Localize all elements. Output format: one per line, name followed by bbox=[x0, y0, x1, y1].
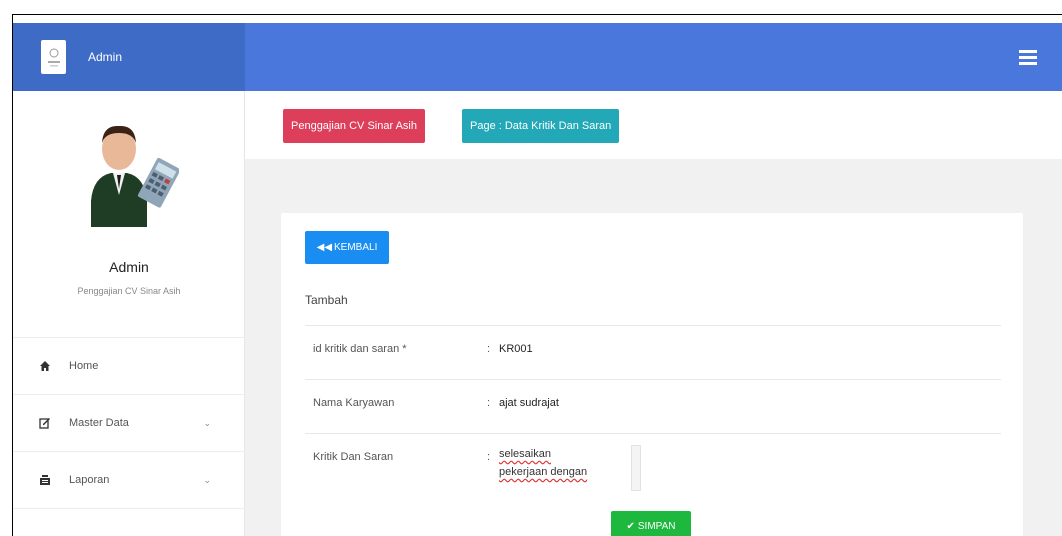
kritik-colon: : bbox=[487, 451, 491, 463]
breadcrumb-app-badge: Penggajian CV Sinar Asih bbox=[283, 109, 425, 143]
list-icon bbox=[39, 474, 51, 486]
chevron-down-icon: ⌄ bbox=[203, 474, 211, 485]
sidebar-item-label: Home bbox=[69, 360, 99, 372]
sidebar-item-label: Laporan bbox=[69, 474, 110, 486]
kritik-text-line: pekerjaan dengan bbox=[499, 466, 588, 478]
sidebar-menu: Home Master Data ⌄ Laporan ⌄ bbox=[13, 337, 245, 509]
sidebar-item-home[interactable]: Home bbox=[13, 338, 245, 395]
name-colon: : bbox=[487, 397, 491, 409]
divider bbox=[305, 379, 1001, 380]
save-button[interactable]: ✔ SIMPAN bbox=[611, 511, 691, 536]
sidebar-item-laporan[interactable]: Laporan ⌄ bbox=[13, 452, 245, 509]
back-button-label: KEMBALI bbox=[334, 242, 378, 253]
company-logo bbox=[41, 40, 66, 74]
user-name: Admin bbox=[109, 259, 149, 275]
save-button-label: SIMPAN bbox=[637, 520, 676, 532]
top-navbar bbox=[245, 23, 1062, 91]
back-button[interactable]: ◀◀ KEMBALI bbox=[305, 231, 389, 264]
name-label: Nama Karyawan bbox=[313, 397, 395, 409]
form-card: ◀◀ KEMBALI Tambah id kritik dan saran * … bbox=[281, 213, 1023, 536]
sidebar-item-master-data[interactable]: Master Data ⌄ bbox=[13, 395, 245, 452]
form-section-title: Tambah bbox=[305, 293, 348, 307]
brand-title: Admin bbox=[88, 50, 123, 64]
user-avatar bbox=[89, 123, 181, 227]
breadcrumb: Penggajian CV Sinar Asih Page : Data Kri… bbox=[245, 91, 1062, 159]
kritik-textarea[interactable]: selesaikan pekerjaan dengan bbox=[499, 445, 649, 491]
id-colon: : bbox=[487, 343, 491, 355]
sidebar-item-label: Master Data bbox=[69, 417, 129, 429]
user-subtitle: Penggajian CV Sinar Asih bbox=[77, 286, 181, 296]
app-window: Admin Admin Penggajian CV Sinar Asih Hom… bbox=[12, 14, 1062, 536]
double-chevron-left-icon: ◀◀ bbox=[316, 242, 333, 253]
chevron-down-icon: ⌄ bbox=[203, 417, 211, 428]
divider bbox=[305, 433, 1001, 434]
edit-icon bbox=[39, 417, 51, 429]
hamburger-menu-icon[interactable] bbox=[1019, 50, 1037, 65]
brand-bar: Admin bbox=[13, 23, 245, 91]
id-value: KR001 bbox=[499, 343, 533, 355]
name-value: ajat sudrajat bbox=[499, 397, 559, 409]
divider bbox=[305, 325, 1001, 326]
sidebar: Admin Penggajian CV Sinar Asih Home Mast… bbox=[13, 91, 245, 536]
home-icon bbox=[39, 360, 51, 372]
id-label: id kritik dan saran * bbox=[313, 343, 407, 355]
textarea-scrollbar[interactable] bbox=[631, 445, 641, 491]
breadcrumb-page-badge: Page : Data Kritik Dan Saran bbox=[462, 109, 620, 143]
check-icon: ✔ bbox=[626, 520, 635, 532]
kritik-text-line: selesaikan bbox=[499, 448, 551, 460]
kritik-label: Kritik Dan Saran bbox=[313, 451, 394, 463]
